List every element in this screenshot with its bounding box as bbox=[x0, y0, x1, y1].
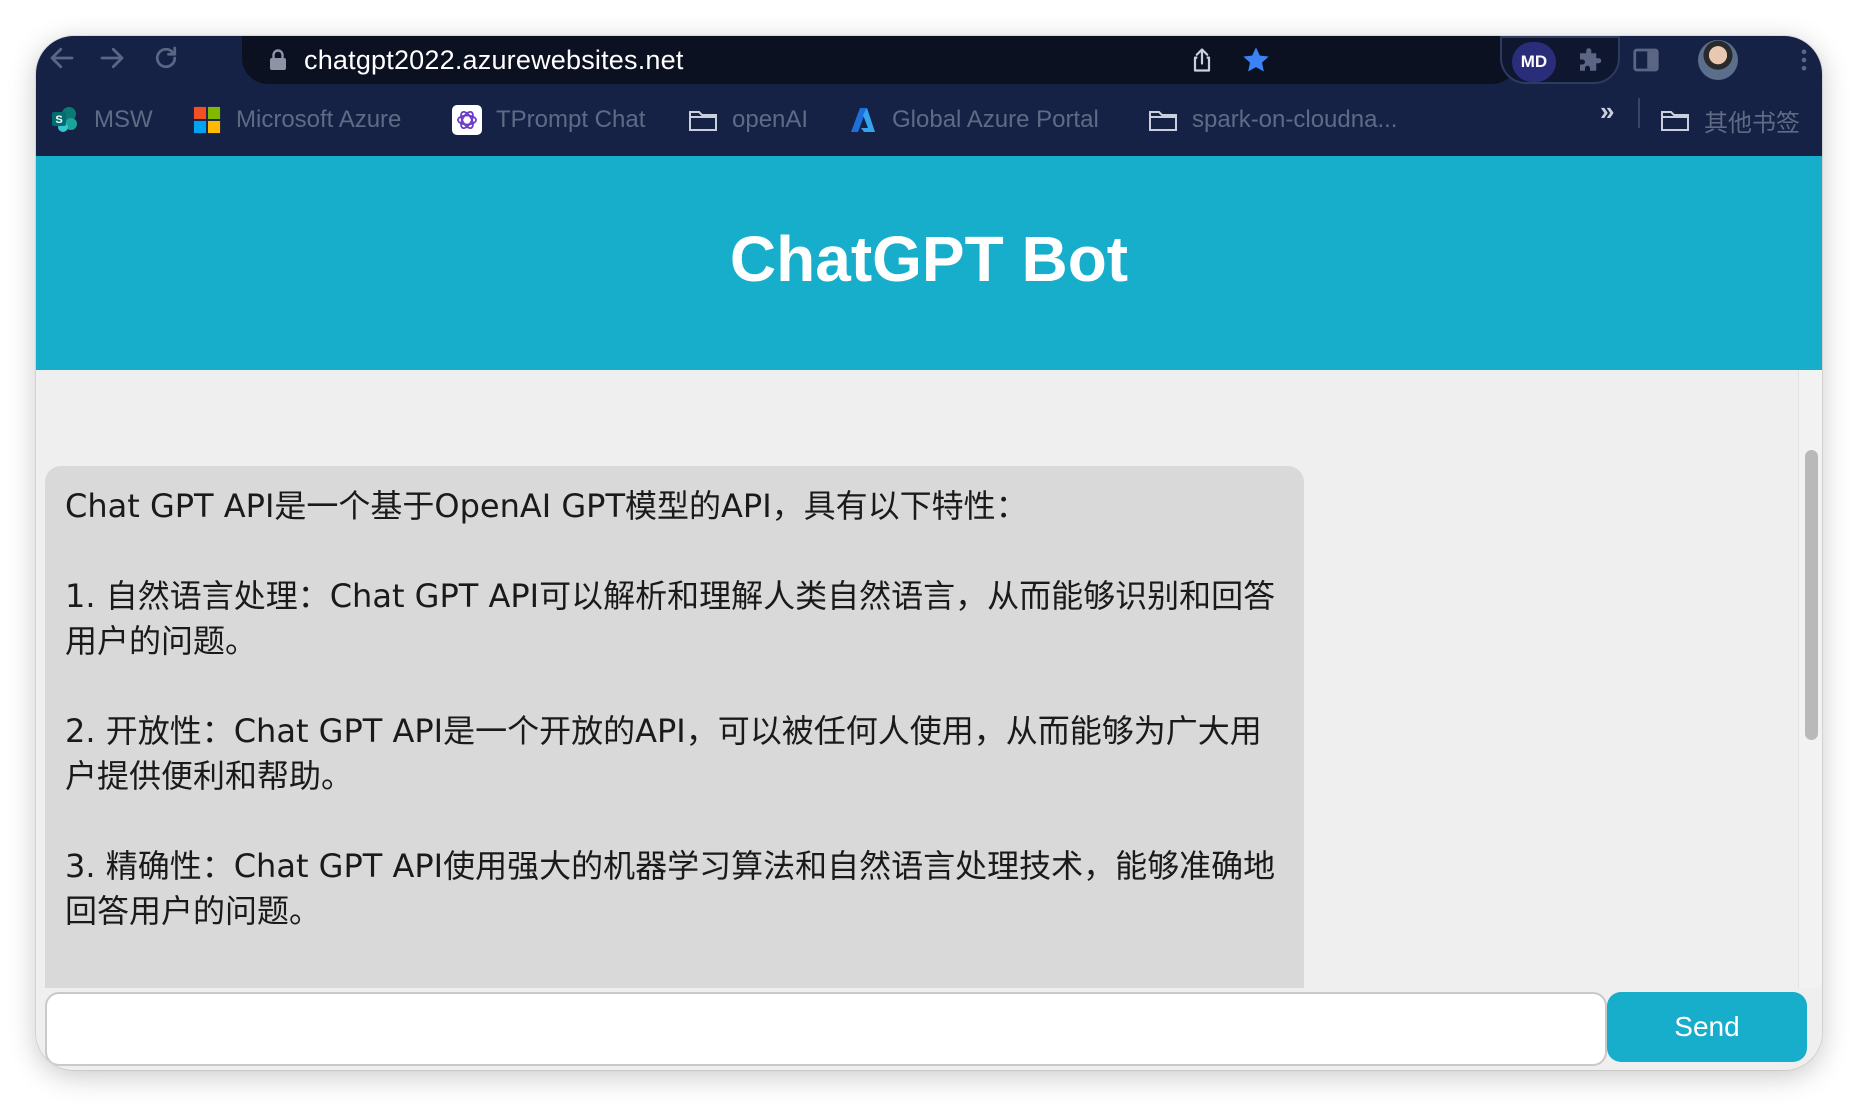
side-panel-icon[interactable] bbox=[1626, 40, 1666, 80]
chat-messages[interactable]: Chat GPT API是一个基于OpenAI GPT模型的API，具有以下特性… bbox=[36, 370, 1798, 988]
bookmark-folder-openai[interactable]: openAI bbox=[688, 102, 808, 138]
forward-icon[interactable] bbox=[92, 38, 132, 78]
bookmark-label: Global Azure Portal bbox=[892, 106, 1099, 133]
bookmarks-divider bbox=[1638, 98, 1640, 128]
message-input[interactable] bbox=[45, 992, 1607, 1066]
url-text: chatgpt2022.azurewebsites.net bbox=[304, 45, 684, 75]
bookmark-label: MSW bbox=[94, 106, 153, 133]
folder-icon bbox=[1148, 105, 1178, 135]
bookmark-global-azure-portal[interactable]: Global Azure Portal bbox=[848, 102, 1099, 138]
md-extension-badge[interactable]: MD bbox=[1512, 42, 1556, 82]
bookmark-label: Microsoft Azure bbox=[236, 106, 402, 133]
azure-logo-icon bbox=[848, 105, 878, 135]
bookmark-label: openAI bbox=[732, 106, 809, 133]
bookmark-folder-spark[interactable]: spark-on-cloudna... bbox=[1148, 102, 1397, 138]
message-paragraph: 1. 自然语言处理：Chat GPT API可以解析和理解人类自然语言，从而能够… bbox=[65, 577, 1276, 660]
message-paragraph: 3. 精确性：Chat GPT API使用强大的机器学习算法和自然语言处理技术，… bbox=[65, 847, 1276, 930]
openai-logo-icon bbox=[452, 105, 482, 135]
app-header: ChatGPT Bot bbox=[36, 156, 1822, 370]
folder-icon bbox=[1660, 105, 1690, 135]
bookmark-msw[interactable]: S MSW bbox=[50, 102, 153, 138]
more-menu-icon[interactable] bbox=[1784, 40, 1822, 80]
message-paragraph: Chat GPT API是一个基于OpenAI GPT模型的API，具有以下特性… bbox=[65, 487, 1028, 525]
bookmarks-bar: S MSW Microsoft Azure TPrompt Chat openA… bbox=[36, 92, 1822, 150]
address-bar[interactable]: chatgpt2022.azurewebsites.net bbox=[242, 36, 1518, 84]
back-icon[interactable] bbox=[42, 38, 82, 78]
sharepoint-icon: S bbox=[50, 105, 80, 135]
reload-icon[interactable] bbox=[146, 38, 186, 78]
browser-toolbar: chatgpt2022.azurewebsites.net MD S MSW M… bbox=[36, 36, 1822, 156]
share-icon[interactable] bbox=[1184, 42, 1220, 78]
bookmarks-overflow-chevron[interactable]: » bbox=[1600, 96, 1614, 127]
bookmark-star-icon[interactable] bbox=[1238, 42, 1274, 78]
composer-bar: Send bbox=[36, 988, 1822, 1070]
app-title: ChatGPT Bot bbox=[729, 223, 1129, 295]
lock-icon bbox=[270, 49, 286, 70]
profile-extension-pill[interactable]: MD bbox=[1500, 36, 1620, 84]
message-paragraph: 2. 开放性：Chat GPT API是一个开放的API，可以被任何人使用，从而… bbox=[65, 712, 1262, 795]
chat-page: ChatGPT Bot Chat GPT API是一个基于OpenAI GPT模… bbox=[36, 156, 1822, 1070]
browser-window: chatgpt2022.azurewebsites.net MD S MSW M… bbox=[36, 36, 1822, 1070]
scrollbar-thumb[interactable] bbox=[1805, 450, 1818, 740]
chat-scrollbar[interactable] bbox=[1798, 370, 1822, 988]
microsoft-logo-icon bbox=[192, 105, 222, 135]
send-button[interactable]: Send bbox=[1607, 992, 1807, 1062]
bot-message-bubble: Chat GPT API是一个基于OpenAI GPT模型的API，具有以下特性… bbox=[45, 466, 1304, 988]
bookmark-tprompt-chat[interactable]: TPrompt Chat bbox=[452, 102, 645, 138]
folder-icon bbox=[688, 105, 718, 135]
bookmark-microsoft-azure[interactable]: Microsoft Azure bbox=[192, 102, 401, 138]
svg-text:S: S bbox=[55, 114, 62, 126]
bookmark-label: TPrompt Chat bbox=[496, 106, 646, 133]
bookmark-label: spark-on-cloudna... bbox=[1192, 106, 1398, 133]
extensions-puzzle-icon[interactable] bbox=[1570, 42, 1610, 82]
bookmark-label: 其他书签 bbox=[1704, 109, 1800, 137]
bookmark-other-folder[interactable]: 其他书签 bbox=[1660, 102, 1800, 138]
profile-avatar[interactable] bbox=[1698, 40, 1738, 80]
